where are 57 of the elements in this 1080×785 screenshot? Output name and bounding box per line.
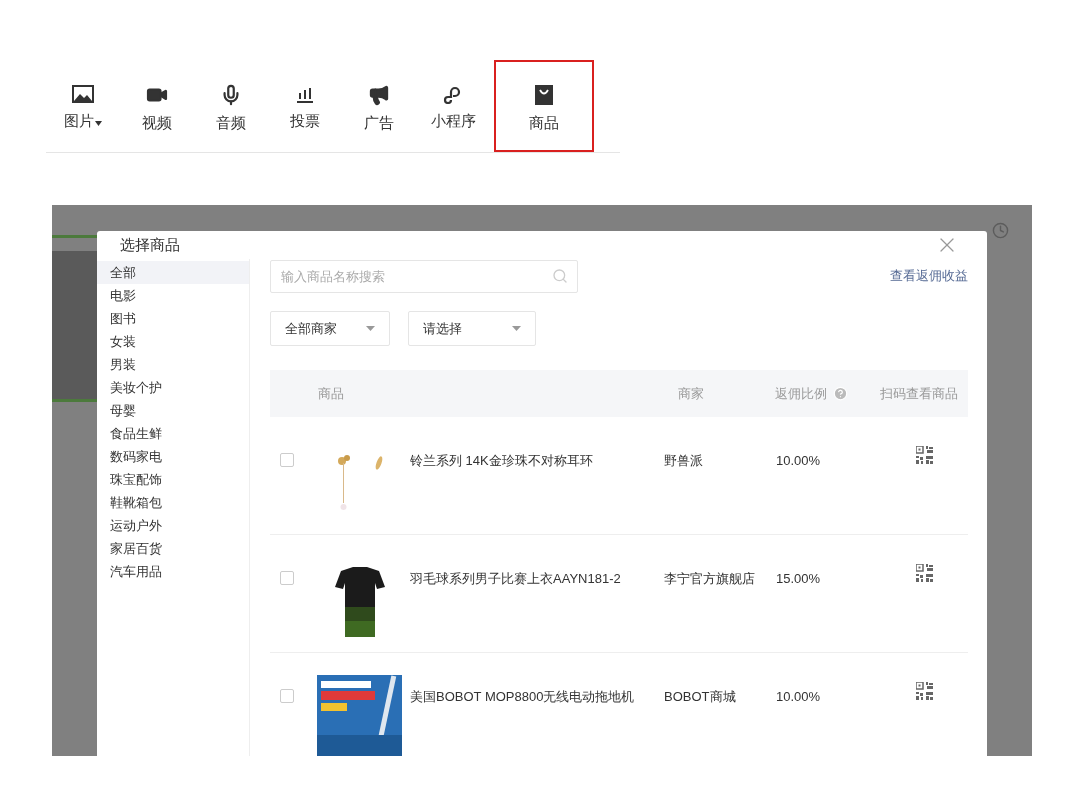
column-header: 扫码查看商品 [880, 384, 958, 403]
qr-code-icon[interactable] [916, 682, 934, 700]
category-item[interactable]: 珠宝配饰 [97, 468, 249, 491]
search-field[interactable]: 输入商品名称搜索 [270, 259, 578, 293]
commission-rate: 10.00% [776, 452, 822, 470]
caret-icon [366, 326, 375, 331]
caret-icon [512, 326, 521, 331]
toolbar-item[interactable]: 小程序 [416, 60, 490, 152]
image-icon [72, 84, 94, 104]
column-header: 商品 [318, 384, 345, 403]
qr-code-icon[interactable] [916, 564, 934, 582]
merchant-name: BOBOT商城 [664, 688, 737, 706]
category-item[interactable]: 家居百货 [97, 537, 249, 560]
qr-code-icon[interactable] [916, 446, 934, 464]
checkbox[interactable] [280, 689, 294, 703]
megaphone-icon [368, 84, 390, 106]
divider-line [52, 399, 97, 402]
microphone-icon [220, 84, 242, 106]
toolbar-item[interactable]: 音频 [194, 60, 268, 152]
column-header: 返佣比例 [775, 384, 827, 403]
category-item[interactable]: 电影 [97, 284, 249, 307]
category-item[interactable]: 数码家电 [97, 445, 249, 468]
toolbar-item[interactable]: 投票 [268, 60, 342, 152]
earnings-link[interactable]: 查看返佣收益 [890, 266, 968, 286]
shopping-bag-icon [534, 84, 554, 106]
filter-dropdown[interactable]: 全部商家 [270, 311, 390, 346]
category-item[interactable]: 食品生鲜 [97, 422, 249, 445]
product-name: 羽毛球系列男子比赛上衣AAYN181-2 [410, 570, 622, 588]
link-icon [443, 84, 463, 104]
column-header: 商家 [678, 384, 705, 403]
toolbar-item[interactable]: 图片 [46, 60, 120, 152]
category-item[interactable]: 美妆个护 [97, 376, 249, 399]
product-name: 铃兰系列 14K金珍珠不对称耳环 [410, 452, 594, 470]
merchant-name: 野兽派 [664, 452, 704, 470]
toolbar-item[interactable]: 视频 [120, 60, 194, 152]
search-icon [552, 267, 568, 284]
product-name: 美国BOBOT MOP8800无线电动拖地机 [410, 688, 636, 706]
clock-icon [992, 222, 1009, 239]
checkbox[interactable] [280, 571, 294, 585]
merchant-name: 李宁官方旗舰店 [664, 570, 756, 588]
toolbar-item[interactable]: 商品 [494, 60, 594, 152]
category-item[interactable]: 女装 [97, 330, 249, 353]
category-item[interactable]: 全部 [97, 261, 249, 284]
help-icon[interactable] [833, 386, 848, 401]
category-item[interactable]: 运动户外 [97, 514, 249, 537]
commission-rate: 15.00% [776, 570, 822, 588]
category-item[interactable]: 男装 [97, 353, 249, 376]
commission-rate: 10.00% [776, 688, 822, 706]
dialog-title: 选择商品 [120, 234, 180, 255]
filter-dropdown[interactable]: 请选择 [408, 311, 536, 346]
divider-line [52, 235, 97, 238]
category-item[interactable]: 母婴 [97, 399, 249, 422]
category-item[interactable]: 汽车用品 [97, 560, 249, 583]
category-item[interactable]: 鞋靴箱包 [97, 491, 249, 514]
checkbox[interactable] [280, 453, 294, 467]
toolbar-item[interactable]: 广告 [342, 60, 416, 152]
category-item[interactable]: 图书 [97, 307, 249, 330]
